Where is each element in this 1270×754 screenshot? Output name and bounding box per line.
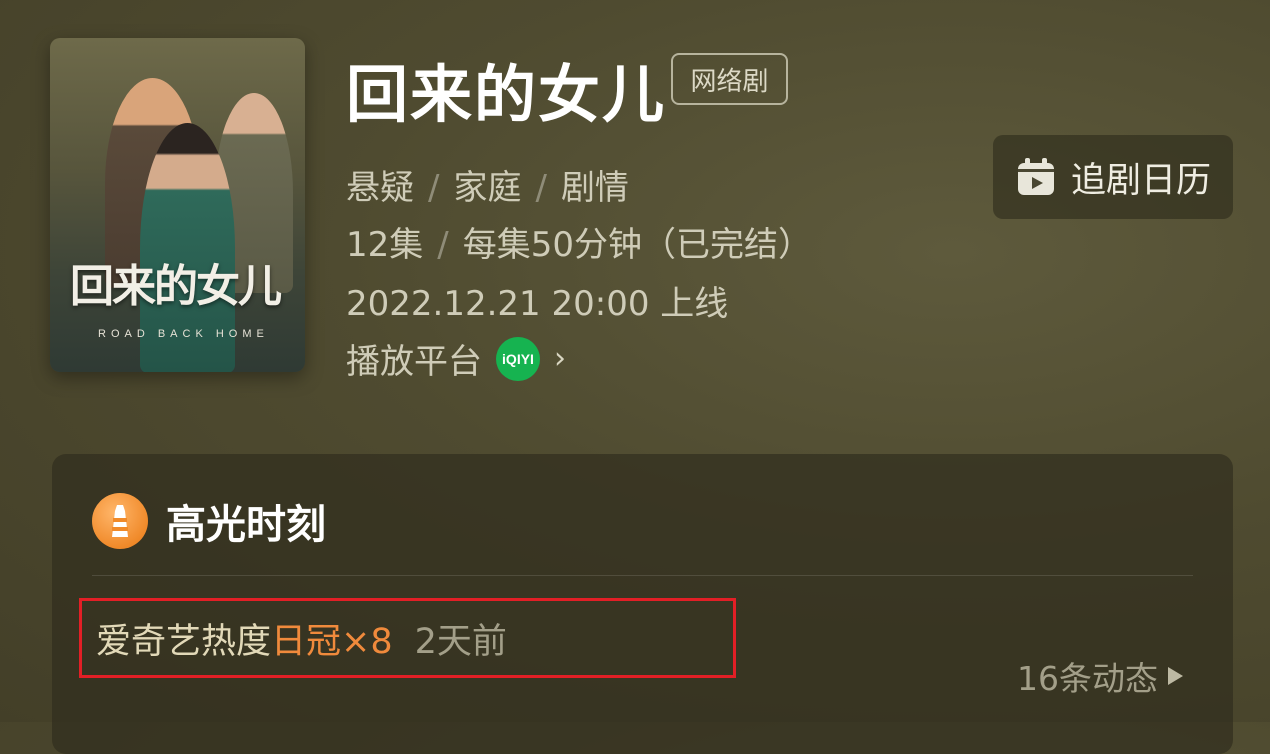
highlights-header: 高光时刻	[92, 492, 326, 550]
genre-item: 悬疑	[346, 168, 414, 208]
genre-item: 剧情	[560, 168, 629, 208]
release-date: 2022.12.21 20:00 上线	[346, 284, 729, 324]
play-arrow-icon	[1168, 667, 1183, 685]
poster-subtitle: ROAD BACK HOME	[98, 328, 269, 340]
highlight-prefix: 爱奇艺热度	[96, 621, 272, 662]
type-badge: 网络剧	[671, 53, 788, 105]
iqiyi-logo-icon[interactable]: iQIYI	[496, 336, 540, 381]
episode-info: 12集 / 每集50分钟（已完结）	[346, 217, 812, 266]
calendar-icon	[1017, 158, 1054, 195]
separator: /	[437, 225, 449, 265]
genre-item: 家庭	[453, 168, 522, 208]
episode-count: 12集	[346, 225, 424, 265]
separator: /	[428, 168, 440, 208]
calendar-button[interactable]: 追剧日历	[993, 135, 1233, 219]
calendar-button-label: 追剧日历	[1070, 160, 1211, 201]
platform-label: 播放平台	[346, 342, 482, 382]
episode-duration: 每集50分钟（已完结）	[462, 225, 812, 265]
highlights-card: 高光时刻 爱奇艺热度 日冠×8 2天前 16条动态	[52, 454, 1233, 754]
divider	[92, 575, 1193, 576]
highlight-rank: 日冠×8	[271, 621, 393, 662]
more-updates-label: 16条动态	[1017, 659, 1158, 698]
highlight-time: 2天前	[414, 621, 507, 662]
show-title: 回来的女儿	[346, 58, 667, 131]
show-poster[interactable]: 回来的女儿 ROAD BACK HOME	[50, 38, 305, 372]
lighthouse-icon	[92, 493, 148, 549]
chevron-right-icon: ›	[554, 341, 566, 376]
highlights-title: 高光时刻	[166, 502, 326, 548]
poster-title: 回来的女儿	[70, 261, 282, 312]
separator: /	[535, 168, 547, 208]
highlight-item[interactable]: 爱奇艺热度 日冠×8 2天前	[79, 598, 736, 678]
genre-list: 悬疑 / 家庭 / 剧情	[346, 160, 629, 209]
platform-row[interactable]: 播放平台 iQIYI ›	[346, 334, 566, 383]
more-updates-link[interactable]: 16条动态	[1017, 652, 1183, 700]
